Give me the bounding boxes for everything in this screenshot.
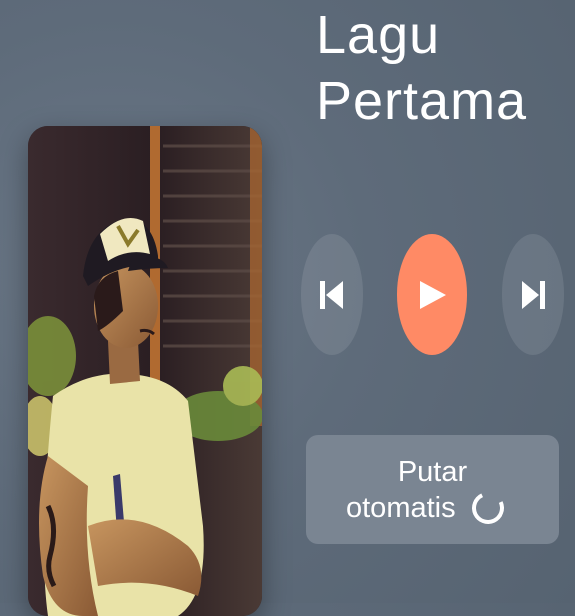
loading-spinner-icon <box>467 487 509 529</box>
autoplay-label-row: otomatis <box>346 487 509 529</box>
album-art <box>28 126 262 616</box>
autoplay-label-line1: Putar <box>397 456 468 488</box>
skip-next-icon <box>522 280 545 309</box>
song-title: Lagu Pertama <box>316 5 528 131</box>
album-art-image <box>28 126 262 616</box>
play-icon <box>420 280 446 309</box>
play-button[interactable] <box>397 234 467 355</box>
previous-button[interactable] <box>301 234 363 355</box>
next-button[interactable] <box>502 234 564 355</box>
skip-previous-icon <box>320 280 343 309</box>
autoplay-button[interactable]: Putar otomatis <box>306 435 559 544</box>
autoplay-label-line2: otomatis <box>346 492 456 524</box>
